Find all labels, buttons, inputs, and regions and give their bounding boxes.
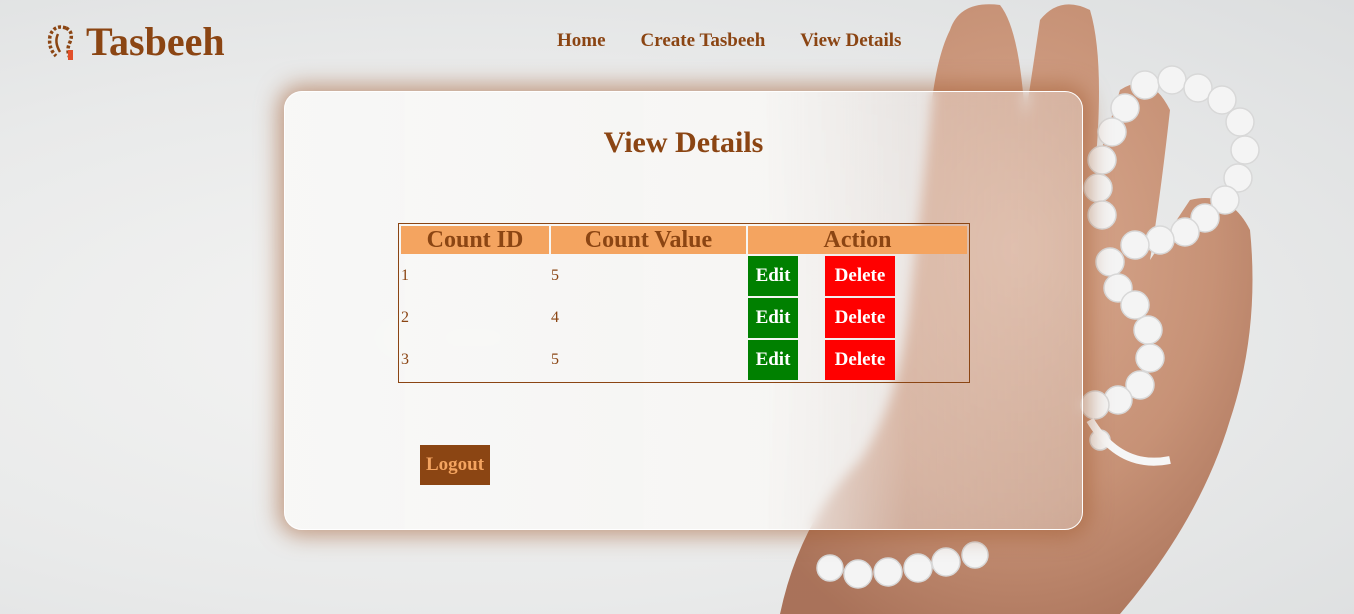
edit-button[interactable]: Edit: [748, 298, 798, 338]
nav-create-tasbeeh-link[interactable]: Create Tasbeeh: [641, 30, 766, 52]
page-title: View Details: [603, 126, 764, 159]
table-row: 2 4 Edit Delete: [401, 298, 967, 338]
details-card: View Details Count ID Count Value Action…: [284, 91, 1083, 530]
count-id-cell: 3: [401, 351, 409, 368]
delete-button[interactable]: Delete: [825, 256, 895, 296]
action-cell: Edit Delete: [748, 298, 967, 338]
brand: Tasbeeh: [46, 18, 225, 66]
nav-home-link[interactable]: Home: [557, 30, 606, 52]
table-row: 3 5 Edit Delete: [401, 340, 967, 380]
brand-title: Tasbeeh: [86, 19, 225, 64]
logout-button[interactable]: Logout: [420, 445, 490, 485]
action-cell: Edit Delete: [748, 256, 967, 296]
header-action: Action: [748, 226, 967, 254]
header-count-id: Count ID: [401, 226, 549, 254]
table-header-row: Count ID Count Value Action: [401, 226, 967, 254]
main-nav: Home Create Tasbeeh View Details: [557, 30, 901, 52]
count-value-cell: 5: [551, 351, 559, 368]
count-id-cell: 2: [401, 309, 409, 326]
delete-button[interactable]: Delete: [825, 340, 895, 380]
header-count-value: Count Value: [551, 226, 746, 254]
count-value-cell: 4: [551, 309, 559, 326]
table-row: 1 5 Edit Delete: [401, 256, 967, 296]
counts-table: Count ID Count Value Action 1 5 Edit Del…: [398, 223, 970, 383]
tasbeeh-beads-icon: [47, 25, 74, 60]
count-id-cell: 1: [401, 267, 409, 284]
delete-button[interactable]: Delete: [825, 298, 895, 338]
count-value-cell: 5: [551, 267, 559, 284]
edit-button[interactable]: Edit: [748, 340, 798, 380]
edit-button[interactable]: Edit: [748, 256, 798, 296]
action-cell: Edit Delete: [748, 340, 967, 380]
nav-view-details-link[interactable]: View Details: [800, 30, 901, 52]
